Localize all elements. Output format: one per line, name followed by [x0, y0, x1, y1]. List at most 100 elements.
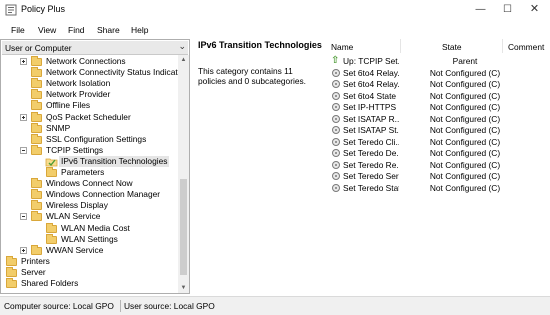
tree-item-label: SNMP — [46, 122, 71, 133]
policy-name: Set Teredo Cli... — [343, 136, 399, 147]
tree-item[interactable]: Parameters — [2, 167, 178, 178]
tree-item[interactable]: Shared Folders — [2, 278, 178, 289]
policy-row[interactable]: Set ISATAP R... Not Configured (C) — [327, 113, 550, 125]
tree-item[interactable]: Network Isolation — [2, 78, 178, 89]
scroll-up-icon[interactable]: ▲ — [178, 55, 189, 65]
tree-item[interactable]: Network Connections — [2, 56, 178, 67]
menu-bar: File View Find Share Help — [0, 20, 550, 39]
policy-name: Set 6to4 Relay... — [343, 79, 399, 89]
tree-scrollbar[interactable]: ▲ ▼ — [178, 55, 189, 293]
policy-name: Set Teredo Ser... — [343, 171, 399, 181]
collapse-icon[interactable] — [20, 213, 27, 221]
expand-icon[interactable] — [20, 246, 27, 254]
up-arrow-icon: ⇧ — [331, 55, 340, 66]
column-divider[interactable] — [502, 39, 503, 53]
policy-row[interactable]: Set 6to4 Relay... Not Configured (C) — [327, 67, 550, 79]
policy-state: Not Configured (C) — [429, 171, 501, 181]
tree-item[interactable]: Network Connectivity Status Indicator — [2, 67, 178, 78]
policy-state: Not Configured (C) — [429, 102, 501, 112]
menu-help[interactable]: Help — [131, 25, 148, 35]
policy-name: Set Teredo State — [343, 182, 399, 193]
category-title: IPv6 Transition Technologies — [198, 40, 322, 50]
folder-icon — [31, 56, 42, 66]
close-button[interactable]: ✕ — [521, 0, 548, 20]
column-name-header[interactable]: Name — [331, 42, 353, 52]
policy-row[interactable]: Set ISATAP St... Not Configured (C) — [327, 124, 550, 136]
policy-list-header: Name State Comment — [327, 39, 550, 53]
tree-item-label: QoS Packet Scheduler — [46, 111, 131, 122]
tree-item[interactable]: WLAN Service — [2, 211, 178, 222]
policy-row[interactable]: Set 6to4 Relay... Not Configured (C) — [327, 78, 550, 90]
policy-name: Set 6to4 State — [343, 90, 397, 101]
scroll-down-icon[interactable]: ▼ — [178, 283, 189, 293]
policy-name: Set ISATAP R... — [343, 113, 399, 124]
column-state-header[interactable]: State — [442, 42, 462, 52]
scroll-thumb[interactable] — [180, 179, 187, 275]
policy-row[interactable]: Set Teredo Re... Not Configured (C) — [327, 159, 550, 171]
minimize-button[interactable]: — — [467, 0, 494, 20]
policy-icon — [332, 137, 340, 146]
tree-item[interactable]: IPv6 Transition Technologies — [2, 155, 178, 167]
policy-icon — [332, 172, 340, 180]
tree-item[interactable]: Printers — [2, 255, 178, 267]
app-icon — [5, 4, 17, 16]
tree-item[interactable]: QoS Packet Scheduler — [2, 111, 178, 123]
folder-icon — [31, 200, 42, 211]
menu-find[interactable]: Find — [68, 25, 85, 35]
policy-row[interactable]: Set Teredo Cli... Not Configured (C) — [327, 136, 550, 148]
tree-item[interactable]: Windows Connection Manager — [2, 189, 178, 200]
tree-item[interactable]: Wireless Display — [2, 200, 178, 211]
tree-item-label: Printers — [21, 255, 50, 266]
tree-item-label: IPv6 Transition Technologies — [59, 155, 170, 167]
folder-icon — [6, 278, 17, 288]
tree-item[interactable]: Server — [2, 266, 178, 278]
folder-icon — [31, 89, 42, 100]
tree-item[interactable]: WLAN Media Cost — [2, 222, 178, 234]
policy-state: Not Configured (C) — [429, 182, 501, 193]
tree-item-label: Windows Connection Manager — [46, 189, 161, 200]
tree-item[interactable]: TCPIP Settings — [2, 144, 178, 156]
menu-file[interactable]: File — [11, 25, 25, 35]
tree-item[interactable]: Windows Connect Now — [2, 178, 178, 189]
policy-icon — [332, 91, 340, 100]
tree-item[interactable]: WWAN Service — [2, 244, 178, 256]
column-divider[interactable] — [400, 39, 401, 53]
policy-name: Set Teredo Re... — [343, 159, 399, 170]
policy-row[interactable]: Set Teredo Ser... Not Configured (C) — [327, 170, 550, 182]
policy-row[interactable]: ⇧ Up: TCPIP Set... Parent — [327, 55, 550, 67]
policy-row[interactable]: Set IP-HTTPS ... Not Configured (C) — [327, 101, 550, 113]
status-bar: Computer source: Local GPO User source: … — [0, 296, 550, 315]
folder-icon — [6, 255, 17, 266]
policy-state: Parent — [452, 56, 478, 66]
folder-icon — [31, 122, 42, 133]
tree-item[interactable]: Offline Files — [2, 100, 178, 111]
folder-icon — [31, 244, 42, 255]
tree-item[interactable]: SNMP — [2, 122, 178, 134]
tree-item-label: Wireless Display — [46, 200, 108, 211]
policy-row[interactable]: Set Teredo De... Not Configured (C) — [327, 147, 550, 159]
expand-icon[interactable] — [20, 58, 27, 65]
policy-icon — [332, 103, 340, 111]
tree-item-label: SSL Configuration Settings — [46, 133, 147, 144]
tree-item[interactable]: SSL Configuration Settings — [2, 133, 178, 145]
user-source-status: User source: Local GPO — [124, 301, 215, 311]
chevron-down-icon[interactable]: ⌄ — [178, 41, 186, 52]
policy-row[interactable]: Set 6to4 State Not Configured (C) — [327, 90, 550, 102]
expand-icon[interactable] — [20, 113, 27, 121]
policy-row[interactable]: Set Teredo State Not Configured (C) — [327, 182, 550, 194]
tree-item[interactable]: WLAN Settings — [2, 233, 178, 245]
tree-item-label: WWAN Service — [46, 244, 104, 255]
collapse-icon[interactable] — [20, 146, 27, 154]
folder-icon — [31, 211, 42, 222]
category-tree[interactable]: Network Connections Network Connectivity … — [2, 55, 178, 293]
folder-icon — [31, 133, 42, 144]
policy-state: Not Configured (C) — [429, 159, 501, 170]
maximize-button[interactable]: ☐ — [494, 0, 521, 20]
column-comment-header[interactable]: Comment — [508, 42, 544, 52]
policy-name: Set ISATAP St... — [343, 125, 399, 135]
menu-view[interactable]: View — [38, 25, 56, 35]
tree-item-label: Shared Folders — [21, 278, 79, 288]
section-selector[interactable]: User or Computer ⌄ — [2, 41, 188, 55]
menu-share[interactable]: Share — [97, 25, 120, 35]
tree-item[interactable]: Network Provider — [2, 89, 178, 100]
